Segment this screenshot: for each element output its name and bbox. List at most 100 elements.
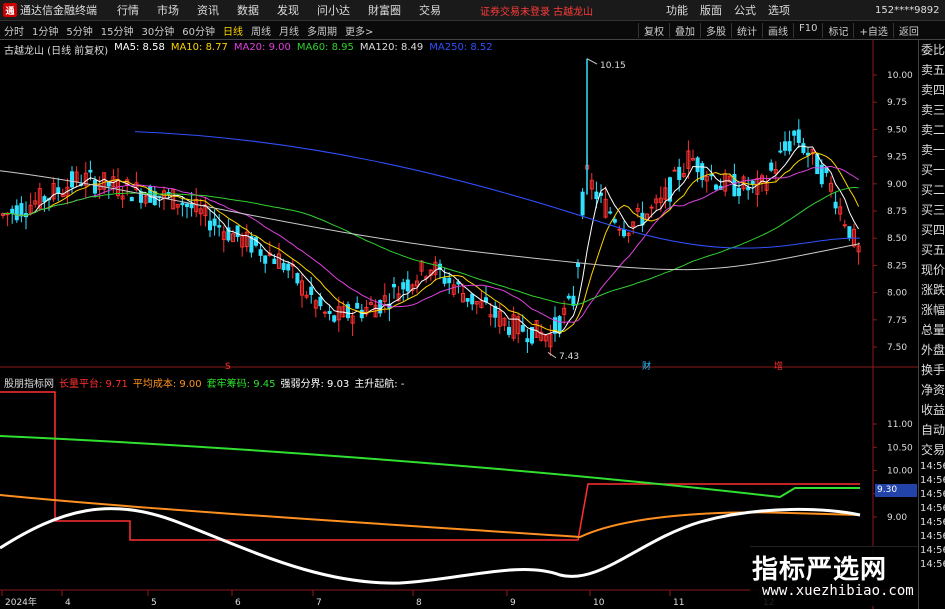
period-tab-8[interactable]: 月线 [275,23,303,38]
side-item-2[interactable]: 卖四 [919,80,945,100]
side-item-12[interactable]: 涨跌 [919,280,945,300]
menu-item-gongneng[interactable]: 功能 [660,2,694,18]
side-item-18[interactable]: 收益 [919,400,945,420]
side-item-10[interactable]: 买五 [919,240,945,260]
side-item-20[interactable]: 交易 [919,440,945,460]
multi-stock-button[interactable]: 多股 [700,22,731,38]
menu-item-faxian[interactable]: 发现 [268,2,308,18]
candle-body [787,141,792,152]
mark-button[interactable]: 标记 [822,22,853,38]
candle-body [580,191,585,216]
candle-body [332,315,337,322]
overlay-button[interactable]: 叠加 [669,22,700,38]
period-tab-3[interactable]: 15分钟 [97,23,138,38]
period-tab-6[interactable]: 日线 [219,23,247,38]
trapped-line [0,435,860,499]
period-tab-0[interactable]: 分时 [0,23,28,38]
side-item-4[interactable]: 卖二 [919,120,945,140]
add-watchlist-button[interactable]: +自选 [853,22,892,38]
statistics-button[interactable]: 统计 [731,22,762,38]
side-item-14[interactable]: 总量 [919,320,945,340]
price-label-9: 7.75 [887,316,907,326]
menu-item-xuanxiang[interactable]: 选项 [762,2,796,18]
menu-item-zixun[interactable]: 资讯 [188,2,228,18]
kline-chart[interactable]: 10.00 9.75 9.50 9.25 9.00 8.75 8.50 8.25 8.00 7.7… [0,40,918,609]
menu-item-jiaoyi[interactable]: 交易 [410,2,450,18]
period-tabs: 分时 1分钟 5分钟 15分钟 30分钟 60分钟 日线 周线 月线 多周期 更多> [0,23,377,38]
date-axis: 2024年456789101112 [1,590,774,608]
side-item-7[interactable]: 买二 [919,180,945,200]
candle-body [378,299,383,314]
indicator-legend-item-2: 平均成本: 9.00 [132,379,202,390]
side-item-11[interactable]: 现价 [919,260,945,280]
period-tab-7[interactable]: 周线 [247,23,275,38]
candle-body [10,208,15,215]
candle-body [272,258,277,265]
side-item-3[interactable]: 卖三 [919,100,945,120]
ma-legend-1: MA5: 8.58 [114,42,165,53]
marker-s: S [225,362,231,372]
candle-body [14,205,19,221]
menu-item-banmian[interactable]: 版面 [694,2,728,18]
ind-label-0: 11.00 [887,420,913,430]
f10-button[interactable]: F10 [793,22,822,38]
menu-item-gongshi[interactable]: 公式 [728,2,762,18]
side-item-8[interactable]: 买三 [919,200,945,220]
date-label-5: 8 [416,598,422,608]
side-item-13[interactable]: 涨幅 [919,300,945,320]
menu-item-wenxiaoda[interactable]: 问小达 [308,2,359,18]
back-button[interactable]: 返回 [892,22,924,38]
ma-legend-2: MA10: 8.77 [170,42,228,53]
price-label-7: 8.25 [887,261,907,271]
side-item-5[interactable]: 卖一 [919,140,945,160]
side-item-15[interactable]: 外盘 [919,340,945,360]
price-label-0: 10.00 [887,71,913,81]
login-notice[interactable]: 证券交易未登录 古越龙山 [480,3,593,18]
indicator-legend: 股朋指标网 长量平台: 9.71 平均成本: 9.00 套牢筹码: 9.45 强弱分界:… [4,375,404,390]
menu-item-hangqing[interactable]: 行情 [108,2,148,18]
period-tab-4[interactable]: 30分钟 [137,23,178,38]
period-tab-10[interactable]: 更多> [341,23,377,38]
draw-line-button[interactable]: 画线 [762,22,793,38]
side-time-4: 14:56 [920,517,945,528]
candle-body [442,277,447,284]
candle-body [594,191,599,199]
candle-body [323,311,327,314]
fuquan-button[interactable]: 复权 [638,22,669,38]
date-label-6: 9 [510,598,516,608]
candle-body [355,302,360,309]
side-time-0: 14:56 [920,461,945,472]
menu-item-shichang[interactable]: 市场 [148,2,188,18]
marker-cai: 财 [642,360,651,372]
period-tab-2[interactable]: 5分钟 [62,23,96,38]
candle-body [70,171,74,188]
side-item-6[interactable]: 买一 [919,160,945,180]
period-tab-1[interactable]: 1分钟 [28,23,62,38]
account-label[interactable]: 152****9892 [875,5,940,16]
side-item-0[interactable]: 委比 [919,40,945,60]
watermark-url: www.xuezhibiao.com [762,583,914,599]
candle-body [608,211,613,214]
side-item-16[interactable]: 换手 [919,360,945,380]
price-label-6: 8.50 [887,234,907,244]
period-tab-9[interactable]: 多周期 [303,23,341,38]
candle-body [217,225,222,228]
candle-body [571,295,576,306]
side-item-9[interactable]: 买四 [919,220,945,240]
period-tab-5[interactable]: 60分钟 [178,23,219,38]
candle-body [649,206,654,209]
side-item-1[interactable]: 卖五 [919,60,945,80]
date-label-3: 6 [235,598,241,608]
side-item-19[interactable]: 自动 [919,420,945,440]
candle-body [470,293,475,305]
period-toolbar: 分时 1分钟 5分钟 15分钟 30分钟 60分钟 日线 周线 月线 多周期 更多> 复权 叠加 多… [0,21,945,40]
candle-body [622,229,626,237]
menu-item-caifuquan[interactable]: 財富圈 [359,2,410,18]
low-price-annotation: 7.43 [559,352,579,362]
menu-item-shuju[interactable]: 数据 [228,2,268,18]
candle-body [507,326,511,335]
right-menu: 功能 版面 公式 选项 [660,2,796,18]
side-item-17[interactable]: 净资 [919,380,945,400]
side-time-6: 14:56 [920,545,945,556]
candle-body [392,283,396,288]
